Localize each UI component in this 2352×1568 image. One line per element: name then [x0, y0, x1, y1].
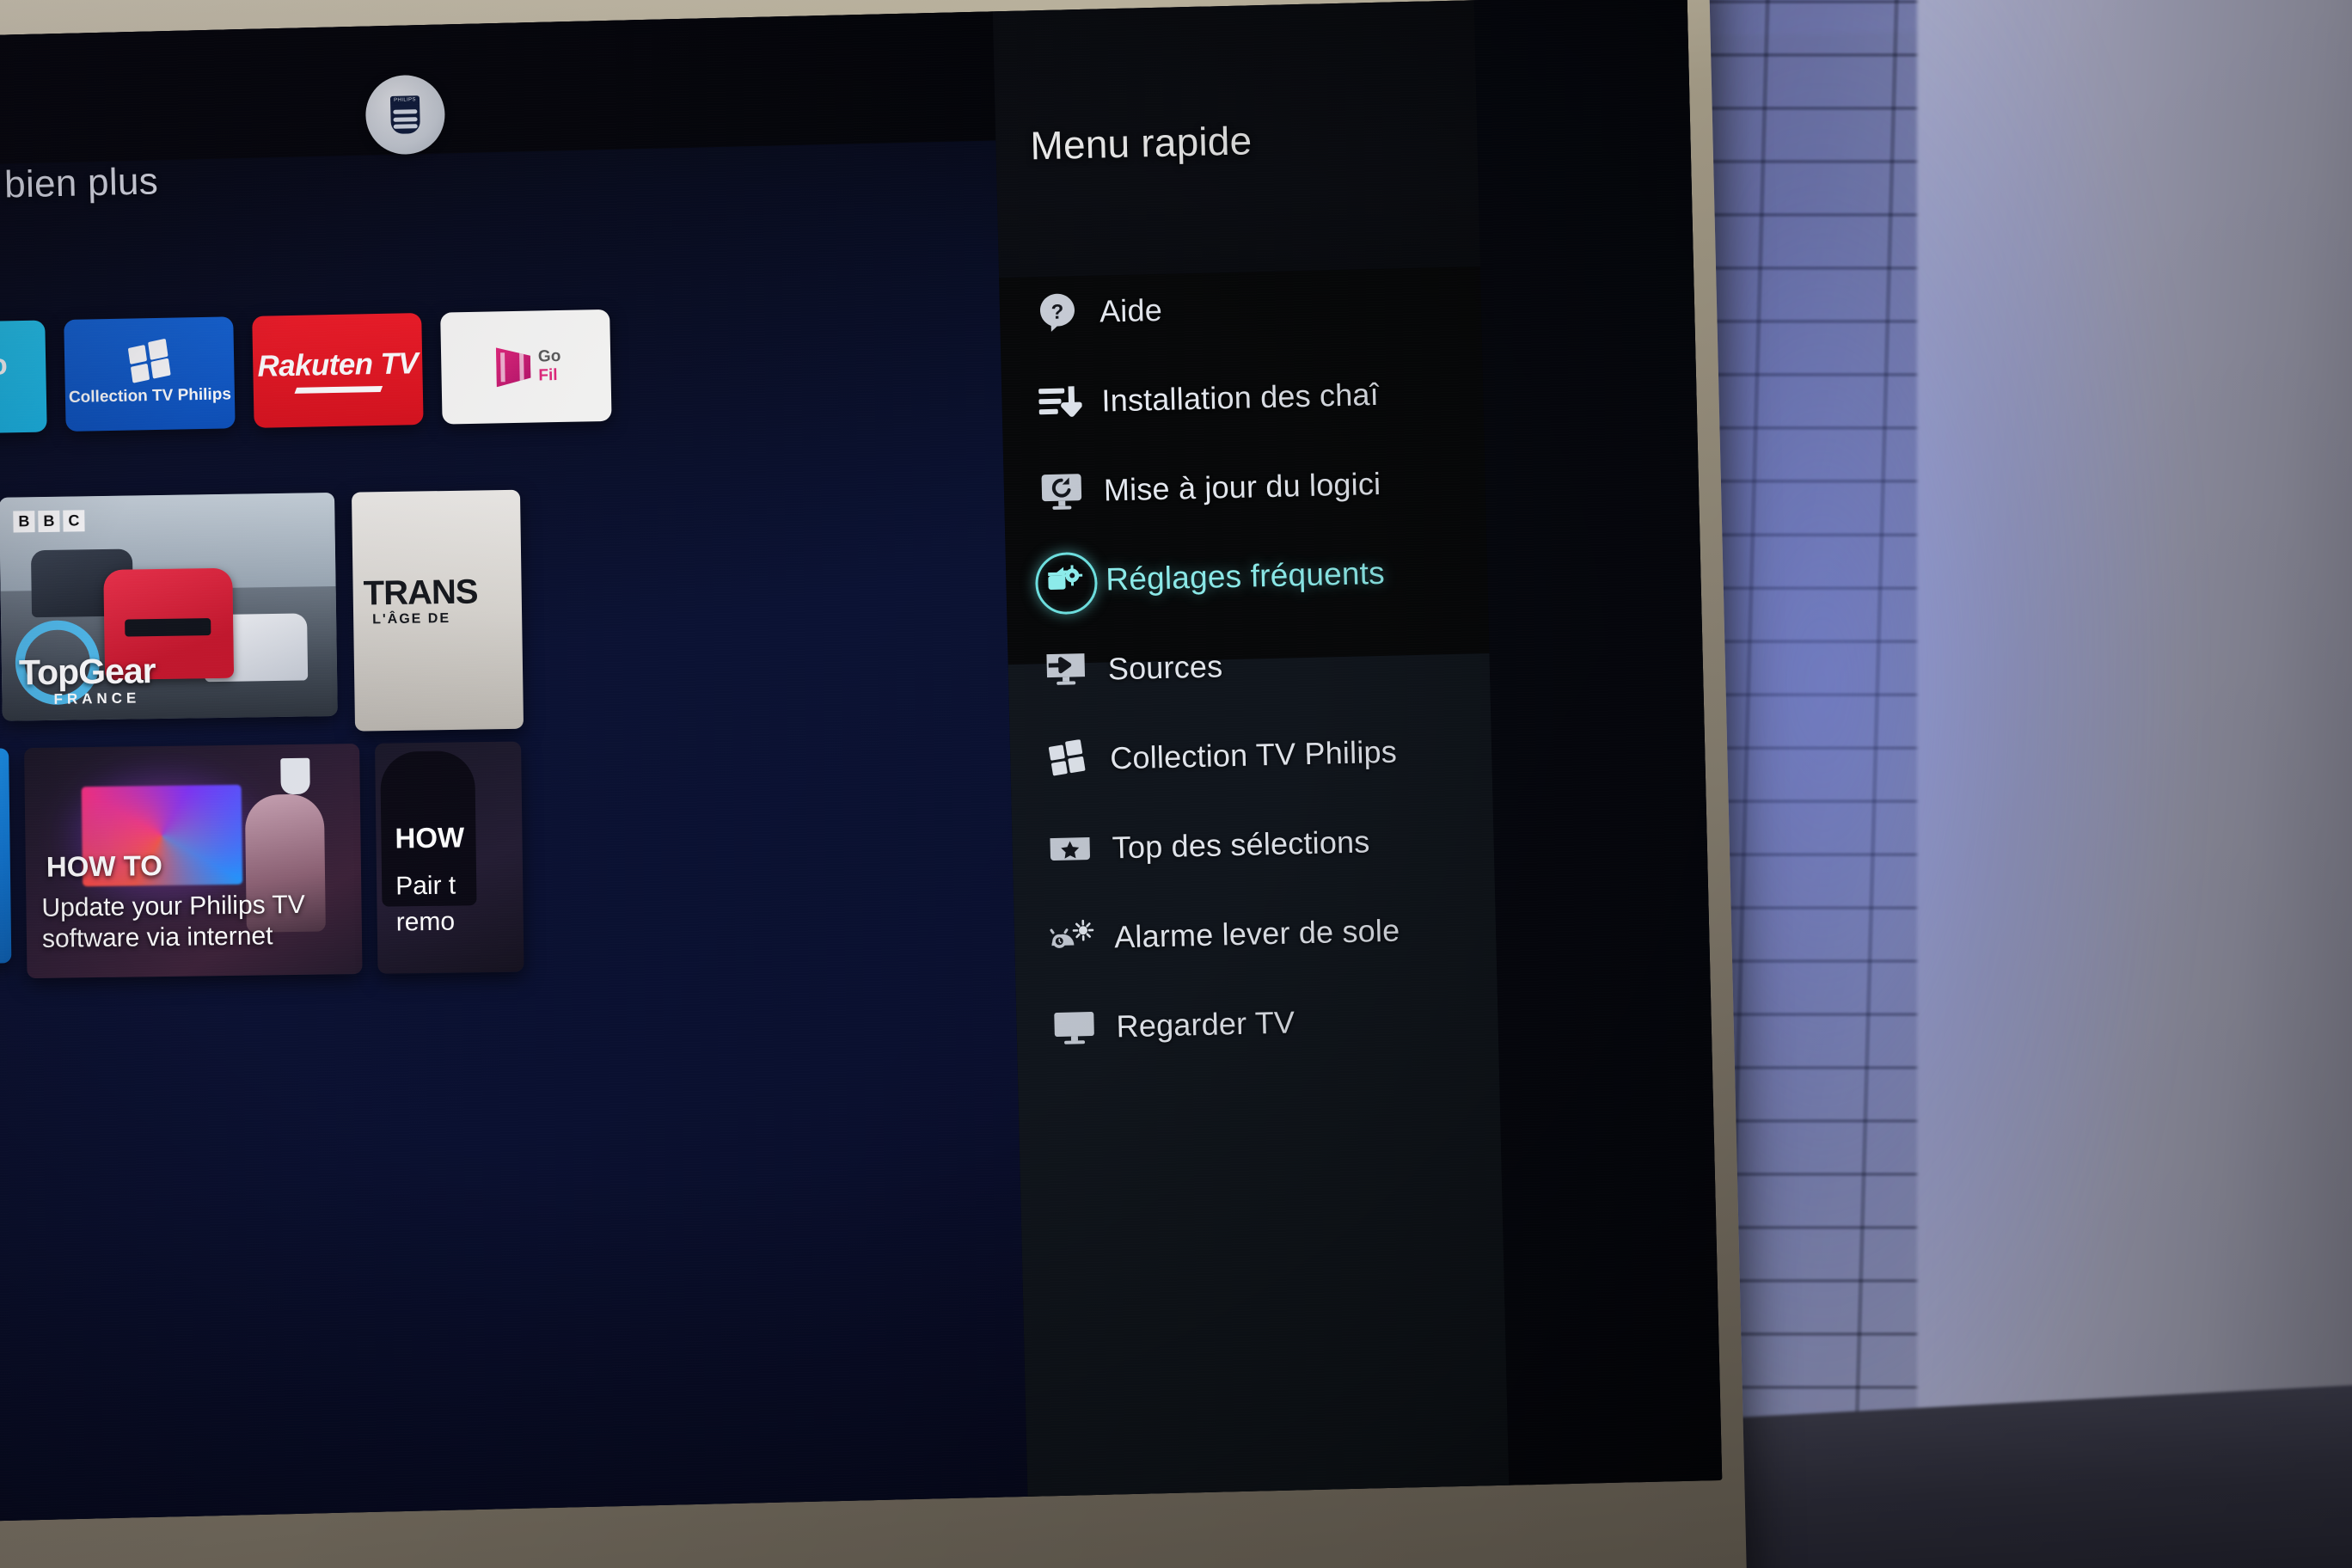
rakuten-tv-label: Rakuten TV	[257, 346, 419, 383]
quick-menu-clip: Menu rapide ? Aide Installation des chaî…	[992, 0, 1510, 1497]
google-play-film-icon	[496, 347, 531, 388]
menu-item-label: Mise à jour du logici	[1103, 465, 1381, 508]
philips-collection-flag-icon	[127, 338, 171, 384]
how-to-line-2: software via internet	[41, 922, 273, 953]
android-tv-home: PHILIPS V et bien plus ideo Collection T…	[0, 11, 1028, 1522]
card-philips-styles[interactable]: styles	[0, 748, 12, 965]
menu-item-label: Collection TV Philips	[1109, 733, 1398, 776]
menu-item-installation-des-chaines[interactable]: Installation des chaî	[1001, 347, 1484, 448]
sunrise-alarm-icon	[1044, 911, 1099, 965]
app-tile-prime-video[interactable]: ideo	[0, 320, 47, 436]
content-row-one: BE B B C	[0, 489, 524, 738]
google-play-label-2: Fil	[538, 366, 558, 385]
menu-item-sources[interactable]: Sources	[1008, 616, 1491, 716]
bbc-letter: B	[38, 510, 60, 533]
tv-screen: PHILIPS V et bien plus ideo Collection T…	[0, 0, 1723, 1522]
frequent-settings-icon	[1034, 551, 1099, 616]
menu-item-alarme-lever-de-soleil[interactable]: Alarme lever de sole	[1014, 884, 1497, 984]
pair-line-2: remo	[395, 907, 456, 937]
top-gear-logo: TopGear FRANCE	[15, 620, 156, 708]
menu-item-collection-tv-philips[interactable]: Collection TV Philips	[1009, 705, 1492, 805]
help-icon: ?	[1030, 285, 1084, 340]
selection-ring	[1034, 551, 1099, 616]
content-row-two: styles HOW TO Update your Philips TV sof…	[0, 741, 524, 981]
pair-line-1: Pair t	[395, 871, 456, 901]
photo-scene: PHILIPS V et bien plus ideo Collection T…	[0, 0, 2352, 1568]
menu-item-label: Sources	[1107, 648, 1223, 687]
menu-item-label: Top des sélections	[1112, 824, 1370, 866]
rakuten-underline	[294, 385, 383, 394]
transformers-subtitle: L'ÂGE DE	[372, 610, 451, 628]
app-tile-google-play-films[interactable]: Go Fil	[440, 309, 612, 425]
prime-video-label: ideo	[0, 348, 9, 383]
software-update-icon	[1034, 464, 1088, 518]
ambilight-glow	[1702, 0, 2184, 1568]
top-gear-subtitle: FRANCE	[53, 689, 141, 707]
sources-icon	[1038, 643, 1093, 697]
menu-item-mise-a-jour-du-logiciel[interactable]: Mise à jour du logici	[1003, 437, 1486, 537]
quick-menu-list: ? Aide Installation des chaî Mise à jour…	[999, 258, 1499, 1074]
menu-item-aide[interactable]: ? Aide	[999, 258, 1482, 358]
app-tile-rakuten-tv[interactable]: Rakuten TV	[252, 313, 424, 428]
card-how-to-update[interactable]: HOW TO Update your Philips TV software v…	[24, 743, 363, 979]
philips-shield-icon: PHILIPS	[389, 95, 420, 134]
collection-tv-philips-label: Collection TV Philips	[68, 385, 232, 407]
google-play-row: Go Fil	[491, 346, 561, 388]
menu-item-label: Aide	[1099, 291, 1163, 329]
philips-wordmark: PHILIPS	[394, 97, 416, 103]
quick-menu-panel: Menu rapide ? Aide Installation des chaî…	[992, 0, 1510, 1497]
google-play-label-1: Go	[537, 346, 561, 366]
app-tile-collection-tv-philips[interactable]: Collection TV Philips	[64, 316, 236, 432]
philips-tv-collection-icon	[1041, 732, 1095, 787]
watch-tv-icon	[1047, 1001, 1101, 1055]
menu-item-regarder-tv[interactable]: Regarder TV	[1015, 973, 1498, 1074]
menu-item-label: Regarder TV	[1116, 1004, 1295, 1044]
transformers-title: TRANS	[363, 573, 478, 613]
bbc-logo: B B C	[13, 510, 85, 533]
television: PHILIPS V et bien plus ideo Collection T…	[0, 0, 1748, 1568]
app-tile-row: ideo Collection TV Philips Rakuten TV Go…	[0, 309, 612, 436]
menu-item-top-des-selections[interactable]: Top des sélections	[1012, 794, 1495, 895]
channel-install-icon	[1032, 375, 1087, 429]
pair-eyebrow: HOW	[395, 821, 465, 854]
bbc-letter: C	[63, 510, 85, 532]
philips-shield-icon	[280, 757, 310, 795]
how-to-eyebrow: HOW TO	[46, 848, 163, 883]
card-transformers[interactable]: TRANS L'ÂGE DE	[351, 489, 524, 732]
svg-text:?: ?	[1050, 301, 1063, 324]
home-top-bar	[0, 11, 996, 166]
menu-item-label: Réglages fréquents	[1105, 554, 1386, 597]
card-how-to-pair[interactable]: HOW Pair t remo	[375, 741, 524, 974]
menu-item-label: Alarme lever de sole	[1113, 912, 1400, 955]
how-to-line-1: Update your Philips TV	[41, 890, 305, 922]
top-picks-icon	[1043, 822, 1097, 876]
menu-item-reglages-frequents[interactable]: Réglages fréquents	[1005, 526, 1488, 627]
card-top-gear-france[interactable]: B B C TopGear FRANCE	[0, 492, 338, 721]
bbc-letter: B	[13, 511, 35, 533]
home-hero-text: V et bien plus	[0, 160, 159, 207]
quick-menu-title: Menu rapide	[1029, 118, 1253, 168]
top-gear-title: TopGear	[18, 651, 156, 693]
menu-item-label: Installation des chaî	[1101, 376, 1380, 419]
